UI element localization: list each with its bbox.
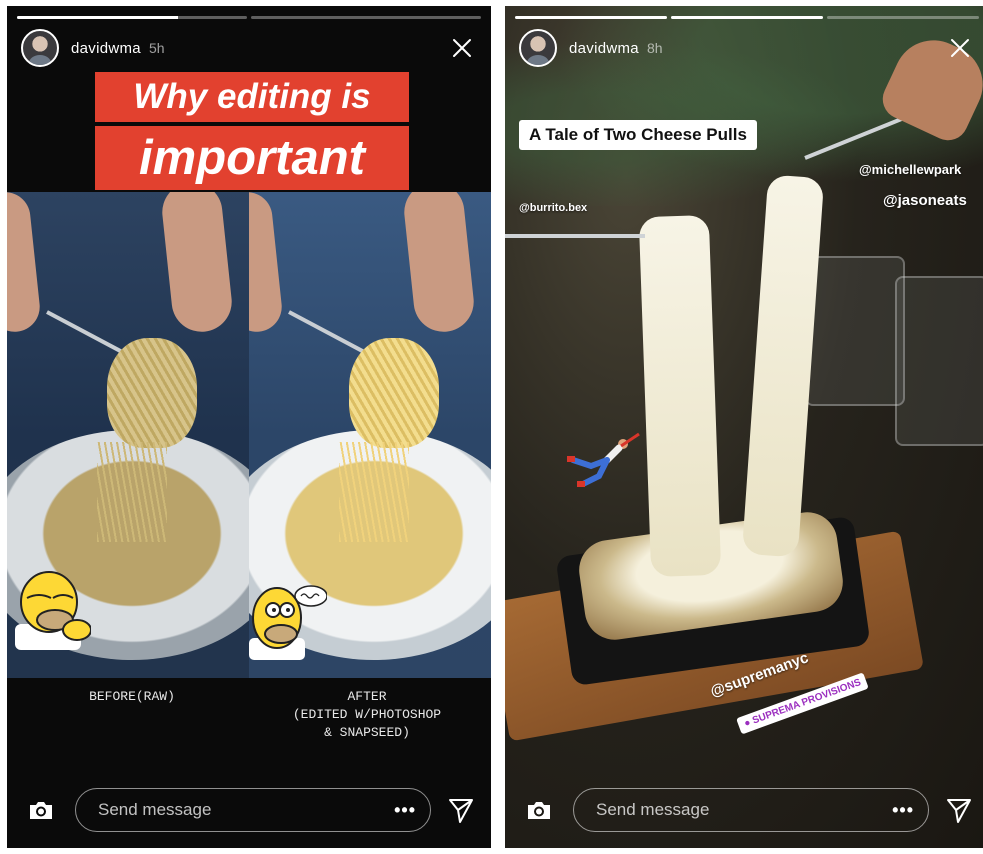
camera-icon [528, 802, 550, 819]
title-line-2: important [95, 126, 409, 190]
close-icon [951, 39, 969, 57]
progress-segment [251, 16, 481, 19]
send-message-input[interactable] [596, 800, 893, 820]
message-field[interactable]: ••• [75, 788, 431, 832]
post-time: 5h [148, 40, 165, 56]
climber-sticker [567, 432, 640, 487]
story-panel-left[interactable]: davidwma 5h Why editing is important BEF… [7, 6, 491, 848]
progress-segment [515, 16, 667, 19]
story-progress [17, 16, 481, 19]
send-button[interactable] [443, 792, 479, 828]
story-progress [515, 16, 979, 19]
send-button[interactable] [941, 792, 977, 828]
more-options-button[interactable]: ••• [394, 800, 416, 821]
message-field[interactable]: ••• [573, 788, 929, 832]
progress-segment [827, 16, 979, 19]
send-icon [449, 799, 473, 823]
username[interactable]: davidwma [71, 40, 141, 57]
send-icon [947, 799, 971, 823]
story-header: davidwma 5h [21, 28, 477, 68]
homer-sleepy-sticker [15, 571, 91, 650]
progress-segment [671, 16, 823, 19]
close-button[interactable] [945, 33, 975, 63]
after-caption: AFTER (EDITED W/PHOTOSHOP & SNAPSEED) [292, 689, 442, 740]
mention-tag[interactable]: @michellewpark [859, 162, 961, 177]
story-title: A Tale of Two Cheese Pulls [519, 120, 757, 150]
avatar[interactable] [519, 29, 557, 67]
camera-button[interactable] [19, 788, 63, 832]
username[interactable]: davidwma [569, 40, 639, 57]
post-time: 8h [646, 40, 663, 56]
camera-button[interactable] [517, 788, 561, 832]
story-header: davidwma 8h [519, 28, 975, 68]
close-icon [453, 39, 471, 57]
avatar[interactable] [21, 29, 59, 67]
story-footer: ••• [517, 786, 977, 834]
mention-tag[interactable]: @jasoneats [883, 192, 967, 209]
send-message-input[interactable] [98, 800, 395, 820]
before-caption: BEFORE(RAW) [89, 689, 175, 704]
title-line-1: Why editing is [95, 72, 409, 122]
story-footer: ••• [19, 786, 479, 834]
progress-segment [17, 16, 247, 19]
homer-happy-sticker [249, 585, 327, 660]
more-options-button[interactable]: ••• [892, 800, 914, 821]
close-button[interactable] [447, 33, 477, 63]
mention-tag[interactable]: @burrito.bex [519, 202, 587, 214]
story-panel-right[interactable]: davidwma 8h A Tale of Two Cheese Pulls @… [505, 6, 983, 848]
camera-icon [30, 802, 52, 819]
